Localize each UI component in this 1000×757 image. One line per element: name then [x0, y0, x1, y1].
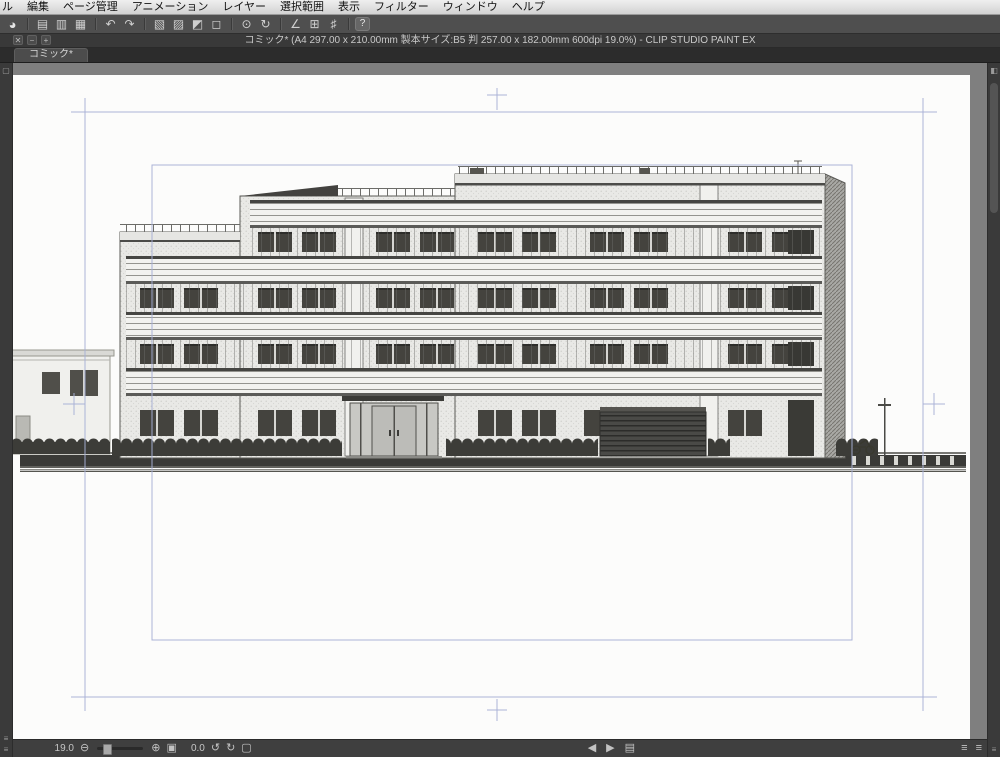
close-icon[interactable]: ✕ — [13, 35, 23, 45]
rotate-canvas-icon[interactable]: ↻ — [257, 17, 274, 32]
toolbar-separator — [231, 18, 232, 30]
menu-file-truncated[interactable]: ル — [0, 0, 20, 14]
clip-studio-logo-icon[interactable]: ◕ — [4, 17, 21, 32]
toolbar-separator — [95, 18, 96, 30]
menu-page-management[interactable]: ページ管理 — [56, 0, 125, 14]
help-icon[interactable]: ? — [355, 17, 370, 31]
deselect-icon[interactable]: ▧ — [151, 17, 168, 32]
left-dock-panel-icon[interactable]: ▢ — [0, 66, 12, 76]
prev-page-icon[interactable]: ◀ — [588, 741, 596, 756]
right-dock-panel-icon[interactable]: ◧ — [988, 66, 1000, 76]
open-file-icon[interactable]: ▥ — [53, 17, 70, 32]
rotation-value[interactable]: 0.0 — [183, 743, 205, 754]
vertical-scrollbar[interactable] — [990, 83, 998, 213]
right-dock-menu-icon[interactable]: ≡ — [988, 745, 1000, 755]
reselect-icon[interactable]: ▨ — [170, 17, 187, 32]
snap-guide-icon[interactable]: ♯ — [325, 17, 342, 32]
fit-to-screen-icon[interactable]: ▣ — [166, 741, 176, 756]
toolbar-separator — [280, 18, 281, 30]
document-titlebar: ✕ − + コミック* (A4 297.00 x 210.00mm 製本サイズ:… — [0, 34, 1000, 48]
document-tabbar: コミック* — [0, 48, 1000, 63]
page-navigation: ◀ ▶ ▤ — [588, 741, 635, 756]
toolbar-separator — [27, 18, 28, 30]
snap-ruler-icon[interactable]: ∠ — [287, 17, 304, 32]
menu-selection[interactable]: 選択範囲 — [273, 0, 331, 14]
menu-window[interactable]: ウィンドウ — [436, 0, 505, 14]
rotate-right-icon[interactable]: ↻ — [226, 741, 235, 756]
statusbar-right-group: ≡ ≡ — [961, 741, 982, 756]
canvas-viewport[interactable] — [0, 63, 1000, 740]
save-icon[interactable]: ▦ — [72, 17, 89, 32]
zoom-out-icon[interactable]: ⊖ — [80, 741, 89, 756]
toolbar-separator — [144, 18, 145, 30]
menu-layer[interactable]: レイヤー — [215, 0, 273, 14]
left-palette-dock: ▢ ≡ ≡ — [0, 63, 13, 757]
menu-help[interactable]: ヘルプ — [505, 0, 552, 14]
next-page-icon[interactable]: ▶ — [606, 741, 614, 756]
document-title: コミック* (A4 297.00 x 210.00mm 製本サイズ:B5 判 2… — [244, 35, 756, 46]
menubar: ル 編集 ページ管理 アニメーション レイヤー 選択範囲 表示 フィルター ウィ… — [0, 0, 1000, 15]
left-dock-menu-icon[interactable]: ≡ — [0, 745, 12, 755]
rotate-left-icon[interactable]: ↺ — [211, 741, 220, 756]
zoom-slider-thumb[interactable] — [103, 744, 113, 755]
window-controls: ✕ − + — [13, 35, 51, 45]
clip-studio-paint-window: { "menubar": { "items": ["ル", "編集", "ページ… — [0, 0, 1000, 757]
minimize-icon[interactable]: − — [27, 35, 37, 45]
left-dock-menu-icon[interactable]: ≡ — [0, 734, 12, 744]
right-palette-dock: ◧ ≡ — [987, 63, 1000, 757]
statusbar: 19.0 ⊖ ⊕ ▣ 0.0 ↺ ↻ ▢ ◀ ▶ ▤ ≡ ≡ — [0, 739, 1000, 757]
panel-toggle-icon[interactable]: ≡ — [976, 741, 982, 756]
zoom-slider[interactable] — [97, 744, 144, 755]
zoom-tool-icon[interactable]: ⊙ — [238, 17, 255, 32]
maximize-icon[interactable]: + — [41, 35, 51, 45]
new-canvas-icon[interactable]: ▤ — [34, 17, 51, 32]
marquee-icon[interactable]: ◻ — [208, 17, 225, 32]
redo-icon[interactable]: ↷ — [121, 17, 138, 32]
command-bar: ◕ ▤ ▥ ▦ ↶ ↷ ▧ ▨ ◩ ◻ ⊙ ↻ ∠ ⊞ ♯ ? — [0, 15, 1000, 34]
zoom-value[interactable]: 19.0 — [52, 743, 74, 754]
canvas-page — [12, 75, 970, 740]
reset-rotation-icon[interactable]: ▢ — [241, 741, 251, 756]
panel-toggle-icon[interactable]: ≡ — [961, 741, 967, 756]
undo-icon[interactable]: ↶ — [102, 17, 119, 32]
page-list-icon[interactable]: ▤ — [625, 741, 635, 756]
tab-comic[interactable]: コミック* — [14, 48, 88, 62]
snap-grid-icon[interactable]: ⊞ — [306, 17, 323, 32]
menu-animation[interactable]: アニメーション — [125, 0, 216, 14]
menu-edit[interactable]: 編集 — [20, 0, 56, 14]
menu-filter[interactable]: フィルター — [367, 0, 436, 14]
toolbar-separator — [348, 18, 349, 30]
menu-view[interactable]: 表示 — [331, 0, 367, 14]
zoom-in-icon[interactable]: ⊕ — [151, 741, 160, 756]
invert-selection-icon[interactable]: ◩ — [189, 17, 206, 32]
